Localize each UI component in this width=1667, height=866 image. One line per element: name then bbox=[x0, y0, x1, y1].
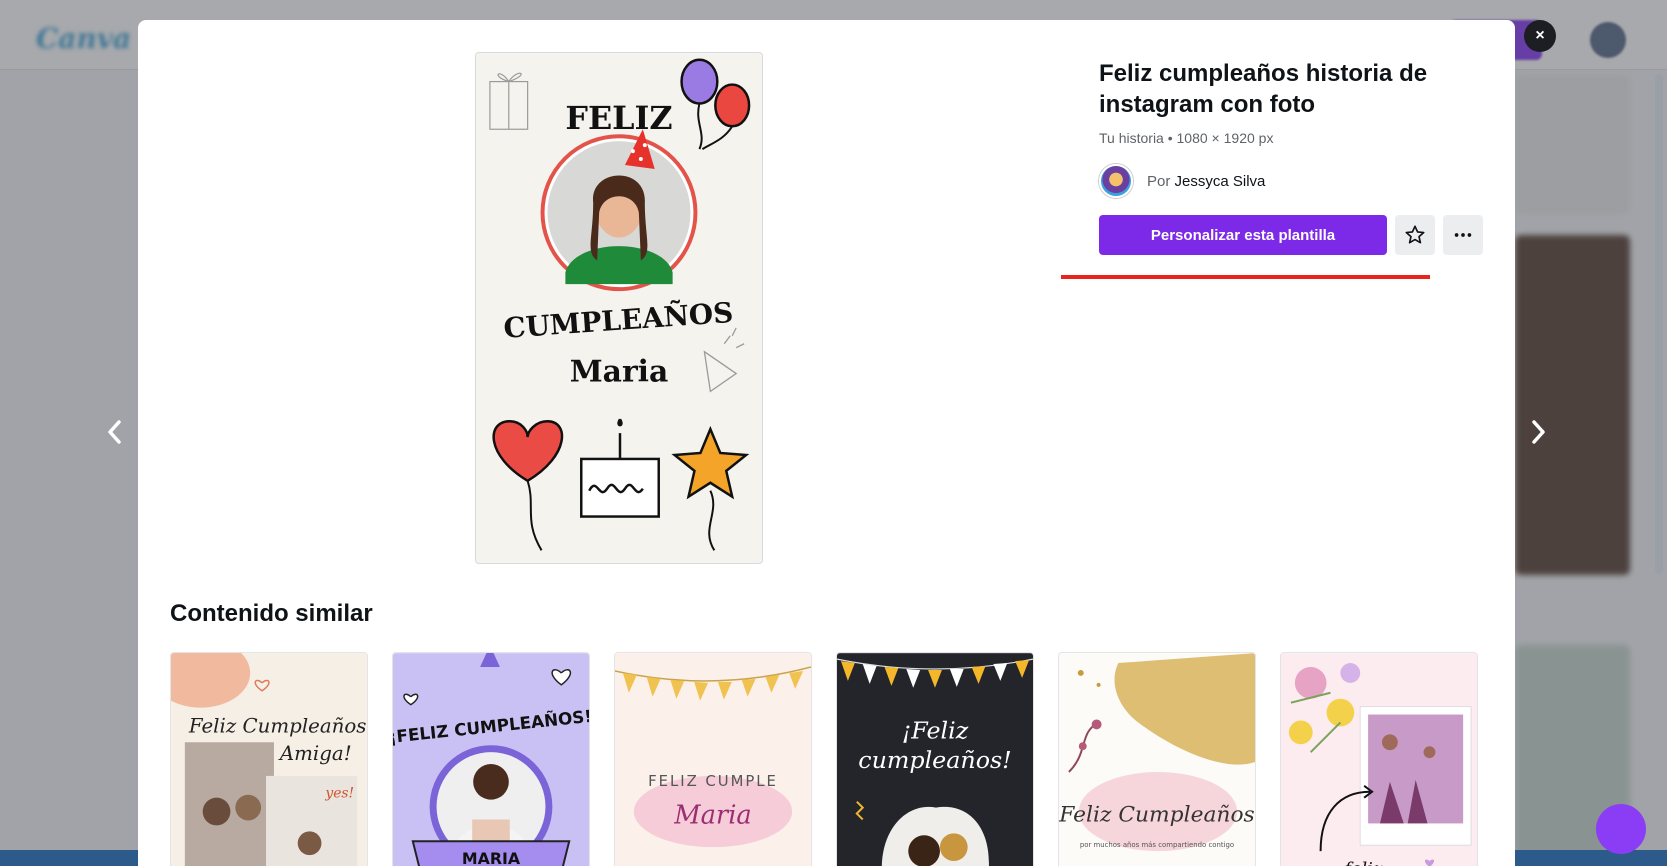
thumb-text: Maria bbox=[673, 800, 752, 830]
thumb-text: cumpleaños! bbox=[858, 746, 1011, 774]
thumb-text: ¡Feliz bbox=[902, 716, 969, 744]
birthday-story-artwork: FELIZ CUMPLEAÑOS Maria bbox=[476, 53, 762, 563]
chevron-right-icon bbox=[1532, 420, 1545, 444]
author-name[interactable]: Jessyca Silva bbox=[1175, 173, 1266, 190]
close-modal-button[interactable]: × bbox=[1524, 20, 1556, 52]
favorite-button[interactable] bbox=[1395, 215, 1435, 255]
next-template-button[interactable] bbox=[1523, 414, 1553, 450]
author-byline: Por Jessyca Silva bbox=[1147, 173, 1265, 190]
author-prefix: Por bbox=[1147, 172, 1171, 190]
similar-template-card[interactable]: feliz bbox=[1280, 652, 1478, 866]
template-meta: Tu historia • 1080 × 1920 px bbox=[1099, 130, 1274, 146]
similar-thumbnail: Feliz Cumpleaños por muchos años más com… bbox=[1059, 653, 1255, 866]
template-modal: FELIZ CUMPLEAÑOS Maria Feliz cumpleaños … bbox=[138, 20, 1515, 866]
customize-template-button[interactable]: Personalizar esta plantilla bbox=[1099, 215, 1387, 255]
similar-template-card[interactable]: FELIZ CUMPLE Maria bbox=[614, 652, 812, 866]
thumb-text: yes! bbox=[324, 786, 354, 802]
help-button[interactable] bbox=[1596, 804, 1646, 854]
similar-thumbnail: feliz bbox=[1281, 653, 1477, 866]
preview-name: Maria bbox=[570, 354, 669, 389]
previous-template-button[interactable] bbox=[100, 414, 130, 450]
author-row[interactable]: Por Jessyca Silva bbox=[1099, 164, 1499, 198]
template-actions: Personalizar esta plantilla bbox=[1099, 215, 1499, 255]
similar-template-card[interactable]: Feliz Cumpleaños por muchos años más com… bbox=[1058, 652, 1256, 866]
thumb-text: feliz bbox=[1342, 859, 1383, 866]
thumb-text: por muchos años más compartiendo contigo bbox=[1080, 841, 1234, 849]
template-preview[interactable]: FELIZ CUMPLEAÑOS Maria bbox=[475, 52, 763, 564]
similar-template-card[interactable]: ¡Feliz cumpleaños! bbox=[836, 652, 1034, 866]
similar-thumbnail: ¡FELIZ CUMPLEAÑOS! MARIA bbox=[393, 653, 589, 866]
template-title: Feliz cumpleaños historia de instagram c… bbox=[1099, 60, 1428, 118]
similar-template-card[interactable]: Feliz Cumpleaños Amiga! yes! bbox=[170, 652, 368, 866]
thumb-text: FELIZ CUMPLE bbox=[648, 773, 778, 790]
similar-thumbnail: ¡Feliz cumpleaños! bbox=[837, 653, 1033, 866]
template-details: Feliz cumpleaños historia de instagram c… bbox=[1099, 58, 1499, 255]
similar-content-heading: Contenido similar bbox=[170, 600, 373, 627]
preview-line1: FELIZ bbox=[565, 100, 672, 137]
thumb-text: MARIA bbox=[462, 849, 521, 866]
similar-template-card[interactable]: ¡FELIZ CUMPLEAÑOS! MARIA bbox=[392, 652, 590, 866]
similar-content-grid: Feliz Cumpleaños Amiga! yes! ¡FELIZ CUMP… bbox=[170, 652, 1490, 866]
thumb-text: Feliz Cumpleaños bbox=[188, 714, 367, 737]
author-avatar[interactable] bbox=[1099, 164, 1133, 198]
close-icon: × bbox=[1535, 27, 1545, 44]
similar-thumbnail: Feliz Cumpleaños Amiga! yes! bbox=[171, 653, 367, 866]
more-icon bbox=[1454, 233, 1472, 237]
chevron-left-icon bbox=[108, 420, 121, 444]
highlight-underline bbox=[1061, 275, 1430, 279]
page-scrollbar[interactable] bbox=[1655, 74, 1663, 574]
thumb-text: Feliz Cumpleaños bbox=[1059, 802, 1255, 827]
thumb-text: Amiga! bbox=[278, 742, 352, 765]
more-options-button[interactable] bbox=[1443, 215, 1483, 255]
star-icon bbox=[1405, 225, 1425, 244]
similar-thumbnail: FELIZ CUMPLE Maria bbox=[615, 653, 811, 866]
